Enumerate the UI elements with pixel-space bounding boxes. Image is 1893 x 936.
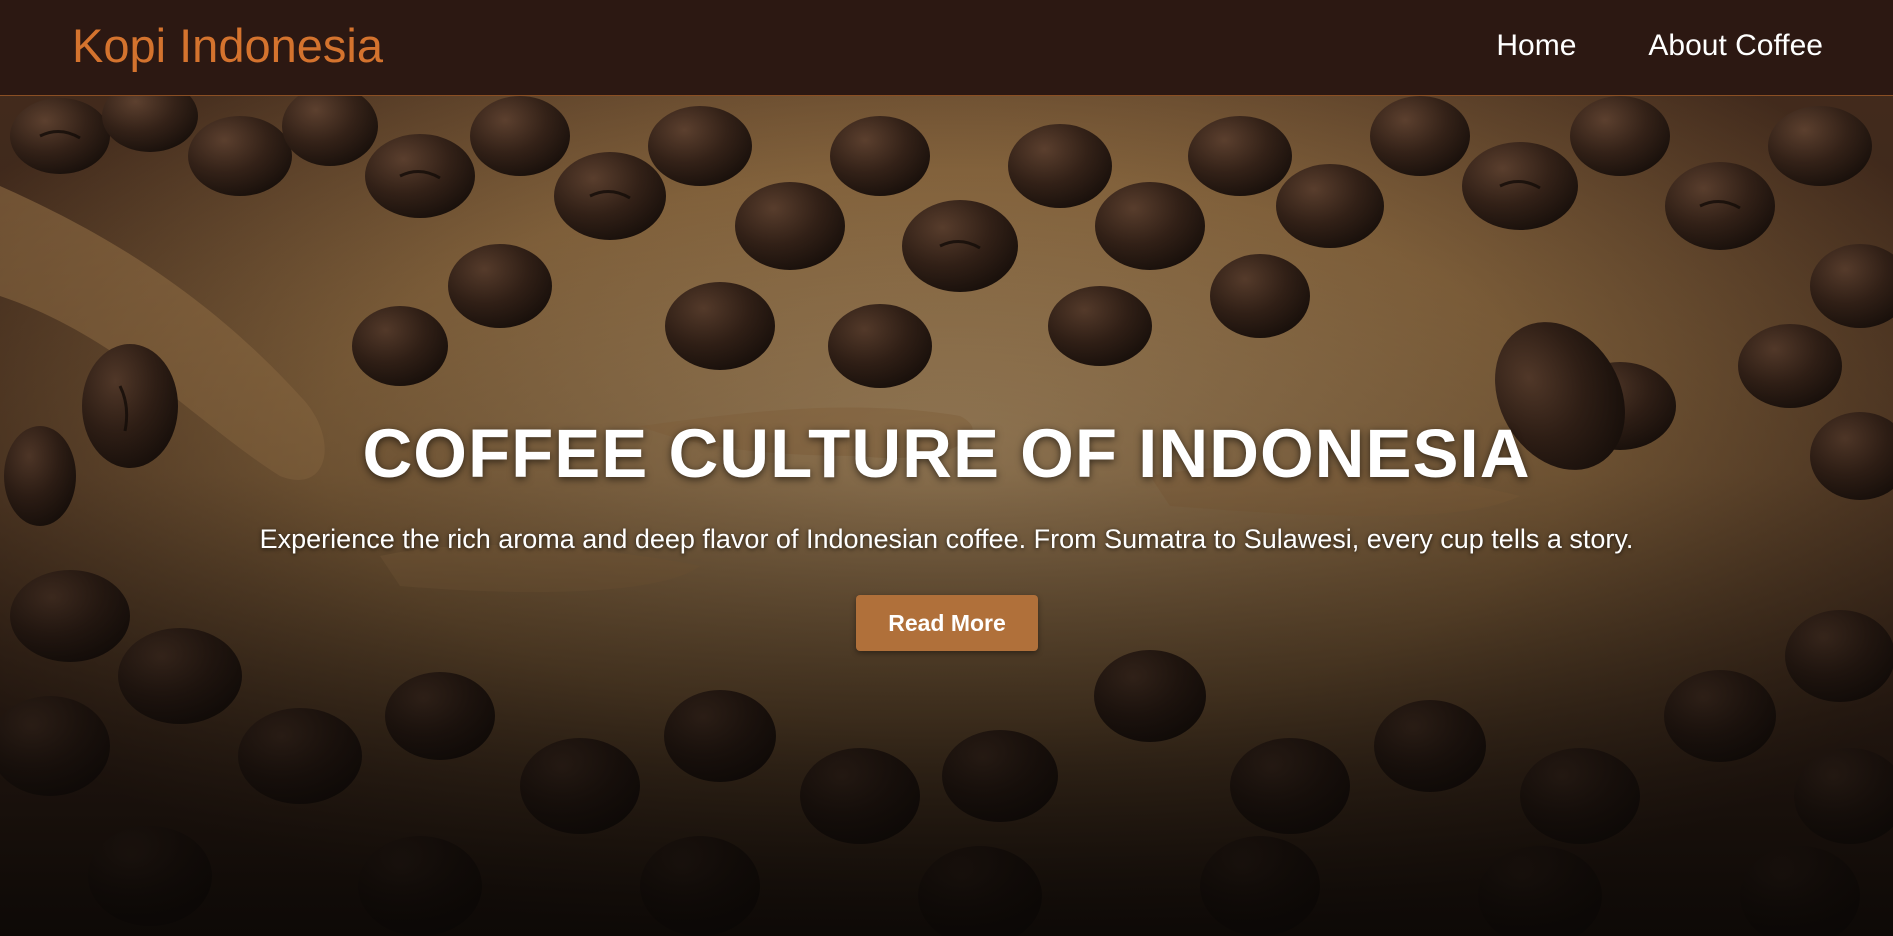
hero-dark-overlay <box>0 96 1893 936</box>
hero-title: COFFEE CULTURE OF INDONESIA <box>362 415 1531 492</box>
brand-logo-link[interactable]: Kopi Indonesia <box>72 18 383 74</box>
nav-links: Home About Coffee <box>1496 26 1823 66</box>
read-more-button[interactable]: Read More <box>856 595 1038 651</box>
nav-link-about-coffee[interactable]: About Coffee <box>1648 26 1823 66</box>
page: Kopi Indonesia Home About Coffee COFFEE … <box>0 0 1893 936</box>
hero-section: COFFEE CULTURE OF INDONESIA Experience t… <box>0 96 1893 936</box>
navbar: Kopi Indonesia Home About Coffee <box>0 0 1893 96</box>
hero-subtitle: Experience the rich aroma and deep flavo… <box>259 524 1634 554</box>
nav-link-home[interactable]: Home <box>1496 26 1576 66</box>
